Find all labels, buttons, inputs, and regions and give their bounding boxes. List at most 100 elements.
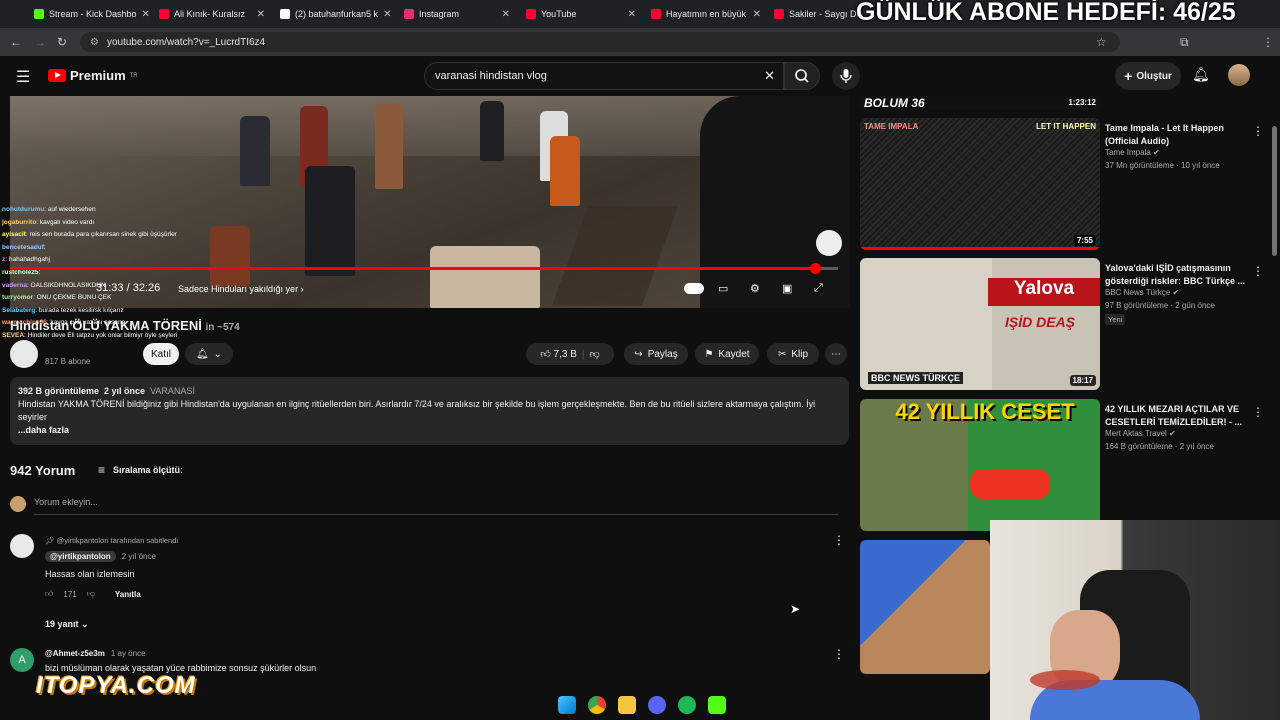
join-button[interactable]: Katıl <box>143 343 179 365</box>
sponsor-logo: ITOPYA.COM <box>36 672 196 699</box>
notifications-bell-icon[interactable]: 🔔︎ <box>1192 66 1210 83</box>
close-tab-icon[interactable]: ✕ <box>753 9 761 20</box>
video-title[interactable]: Yalova'daki IŞİD çatışmasının gösterdiği… <box>1105 262 1250 288</box>
time-display: 31:33 / 32:26 <box>96 282 161 294</box>
close-tab-icon[interactable]: ✕ <box>142 9 150 20</box>
add-comment-input[interactable]: Yorum ekleyin... <box>34 497 838 515</box>
browser-tab[interactable]: Hayatımın en büyük ✕ <box>645 2 767 26</box>
back-icon[interactable]: ← <box>10 35 22 49</box>
verified-icon: ✔ <box>1172 288 1180 297</box>
bookmark-icon: ⚑ <box>704 348 714 360</box>
settings-gear-icon[interactable]: ⚙ <box>750 282 760 295</box>
video-title[interactable]: 42 YILLIK MEZARI AÇTILAR VE CESETLERİ TE… <box>1105 403 1250 429</box>
video-thumbnail[interactable]: Yalova IŞİD DEAŞ BBC NEWS TÜRKÇE 18:17 <box>860 258 1100 390</box>
close-tab-icon[interactable]: ✕ <box>383 9 391 20</box>
browser-address-bar: ← → ↻ ⚙ youtube.com/watch?v=_LucrdTI6z4 … <box>0 28 1280 76</box>
instagram-icon <box>404 9 414 19</box>
scissors-icon: ✂ <box>777 348 787 360</box>
browser-tab[interactable]: Sakiler - Saygı Duru <box>768 2 858 26</box>
recommended-video[interactable]: 42 YILLIK CESET 42 YILLIK MEZARI AÇTILAR… <box>860 399 1270 531</box>
description-box[interactable]: 392 B görüntüleme 2 yıl önce VARANASİ Hi… <box>10 377 849 445</box>
video-thumbnail[interactable]: 42 YILLIK CESET <box>860 399 1100 531</box>
chapter-title[interactable]: Sadece Hinduları yakıldığı yer › <box>178 284 304 294</box>
close-tab-icon[interactable]: ✕ <box>628 9 636 20</box>
video-thumbnail[interactable] <box>860 540 990 674</box>
comment-author[interactable]: @Ahmet-z5e3m <box>45 649 105 658</box>
channel-name[interactable]: BBC News Türkçe ✔ <box>1105 288 1179 297</box>
browser-tab[interactable]: (2) batuhanfurkan5 k ✕ <box>274 2 392 26</box>
video-menu-icon[interactable]: ⋮ <box>1252 124 1264 138</box>
miniplayer-icon[interactable]: ▣ <box>782 282 792 295</box>
user-avatar <box>10 496 26 512</box>
more-actions-button[interactable]: ⋯ <box>825 343 847 365</box>
extensions-icon[interactable]: ⧉ <box>1180 35 1189 50</box>
share-button[interactable]: ↪ Paylaş <box>624 343 688 365</box>
search-input[interactable]: varanasi hindistan vlog ✕ <box>424 62 784 90</box>
channel-name[interactable]: Mert Aktas Travel ✔ <box>1105 429 1176 438</box>
comment-author[interactable]: @yirtikpantolon <box>45 551 116 562</box>
comment-like-button[interactable]: 👍︎ <box>45 589 53 599</box>
clear-search-icon[interactable]: ✕ <box>764 68 775 84</box>
tab-label: Hayatımın en büyük <box>666 9 747 19</box>
youtube-logo[interactable]: Premium TR <box>48 68 138 83</box>
forward-icon[interactable]: → <box>34 35 46 49</box>
menu-dots-icon[interactable]: ⋮ <box>1262 35 1274 49</box>
verified-icon: ✔ <box>1153 148 1160 157</box>
kick-app-icon[interactable] <box>708 696 726 714</box>
notification-bell-dropdown[interactable]: 🔔︎ ⌄ <box>185 343 233 365</box>
clip-button[interactable]: ✂ Klip <box>767 343 819 365</box>
spotify-icon[interactable] <box>678 696 696 714</box>
video-title[interactable]: Tame Impala - Let It Happen (Official Au… <box>1105 122 1250 148</box>
discord-icon[interactable] <box>648 696 666 714</box>
sidebar-scrollbar[interactable] <box>1272 126 1277 256</box>
channel-avatar[interactable] <box>10 340 38 368</box>
browser-tab[interactable]: Stream - Kick Dashbo ✕ <box>28 2 153 26</box>
comment-menu-icon[interactable]: ⋮ <box>833 647 845 661</box>
save-button[interactable]: ⚑ Kaydet <box>695 343 759 365</box>
site-info-icon[interactable]: ⚙ <box>90 37 99 48</box>
voice-search-button[interactable] <box>832 62 860 90</box>
channel-name[interactable]: Tame Impala ✔ <box>1105 148 1160 157</box>
channel-watermark-icon[interactable] <box>816 230 842 256</box>
autoplay-toggle[interactable] <box>684 283 704 294</box>
previous-video-thumbnail[interactable]: BOLUM 36 1:23:12 <box>860 96 1100 110</box>
comment-avatar[interactable] <box>10 534 34 558</box>
tab-label: (2) batuhanfurkan5 k <box>295 9 379 19</box>
replies-toggle[interactable]: 19 yanıt ⌄ <box>45 619 89 630</box>
comment-menu-icon[interactable]: ⋮ <box>833 533 845 547</box>
close-tab-icon[interactable]: ✕ <box>502 9 510 20</box>
video-thumbnail[interactable]: TAME IMPALA LET IT HAPPEN 7:55 <box>860 118 1100 250</box>
comment-avatar[interactable]: A <box>10 648 34 672</box>
windows-start-icon[interactable] <box>558 696 576 714</box>
bookmark-star-icon[interactable]: ☆ <box>1096 35 1107 49</box>
hamburger-menu-icon[interactable]: ☰ <box>16 67 30 87</box>
url-field[interactable]: ⚙ youtube.com/watch?v=_LucrdTI6z4 <box>80 32 1120 52</box>
show-more-link[interactable]: ...daha fazla <box>18 424 841 437</box>
search-icon <box>795 69 809 83</box>
subtitles-icon[interactable]: ▭ <box>718 282 728 295</box>
search-button[interactable] <box>784 62 820 90</box>
like-button[interactable]: 👍︎ 7,3 B <box>540 348 577 360</box>
file-explorer-icon[interactable] <box>618 696 636 714</box>
reload-icon[interactable]: ↻ <box>57 35 67 49</box>
video-menu-icon[interactable]: ⋮ <box>1252 405 1264 419</box>
create-button[interactable]: + Oluştur <box>1115 62 1181 90</box>
video-progress-bar[interactable] <box>10 263 838 274</box>
comment-dislike-button[interactable]: 👎︎ <box>87 589 95 599</box>
dislike-button[interactable]: 👎︎ <box>590 348 600 360</box>
video-menu-icon[interactable]: ⋮ <box>1252 264 1264 278</box>
recommended-video[interactable]: TAME IMPALA LET IT HAPPEN 7:55 Tame Impa… <box>860 118 1270 250</box>
comment-age: 1 ay önce <box>110 649 146 658</box>
sort-comments-button[interactable]: ≡ Sıralama ölçütü: <box>98 463 183 477</box>
verified-icon: ✔ <box>1169 429 1176 438</box>
browser-tab[interactable]: Ali Kınık- Kuralsız ✕ <box>153 2 271 26</box>
recommended-video[interactable]: Yalova IŞİD DEAŞ BBC NEWS TÜRKÇE 18:17 Y… <box>860 258 1270 390</box>
browser-tab[interactable]: Instagram ✕ <box>398 2 516 26</box>
reply-button[interactable]: Yanıtla <box>115 590 141 599</box>
fullscreen-icon[interactable]: ⤢ <box>814 282 823 295</box>
chrome-icon[interactable] <box>588 696 606 714</box>
account-avatar[interactable] <box>1228 64 1250 86</box>
progress-scrubber[interactable] <box>809 263 821 274</box>
close-tab-icon[interactable]: ✕ <box>257 9 265 20</box>
browser-tab[interactable]: YouTube ✕ <box>520 2 642 26</box>
